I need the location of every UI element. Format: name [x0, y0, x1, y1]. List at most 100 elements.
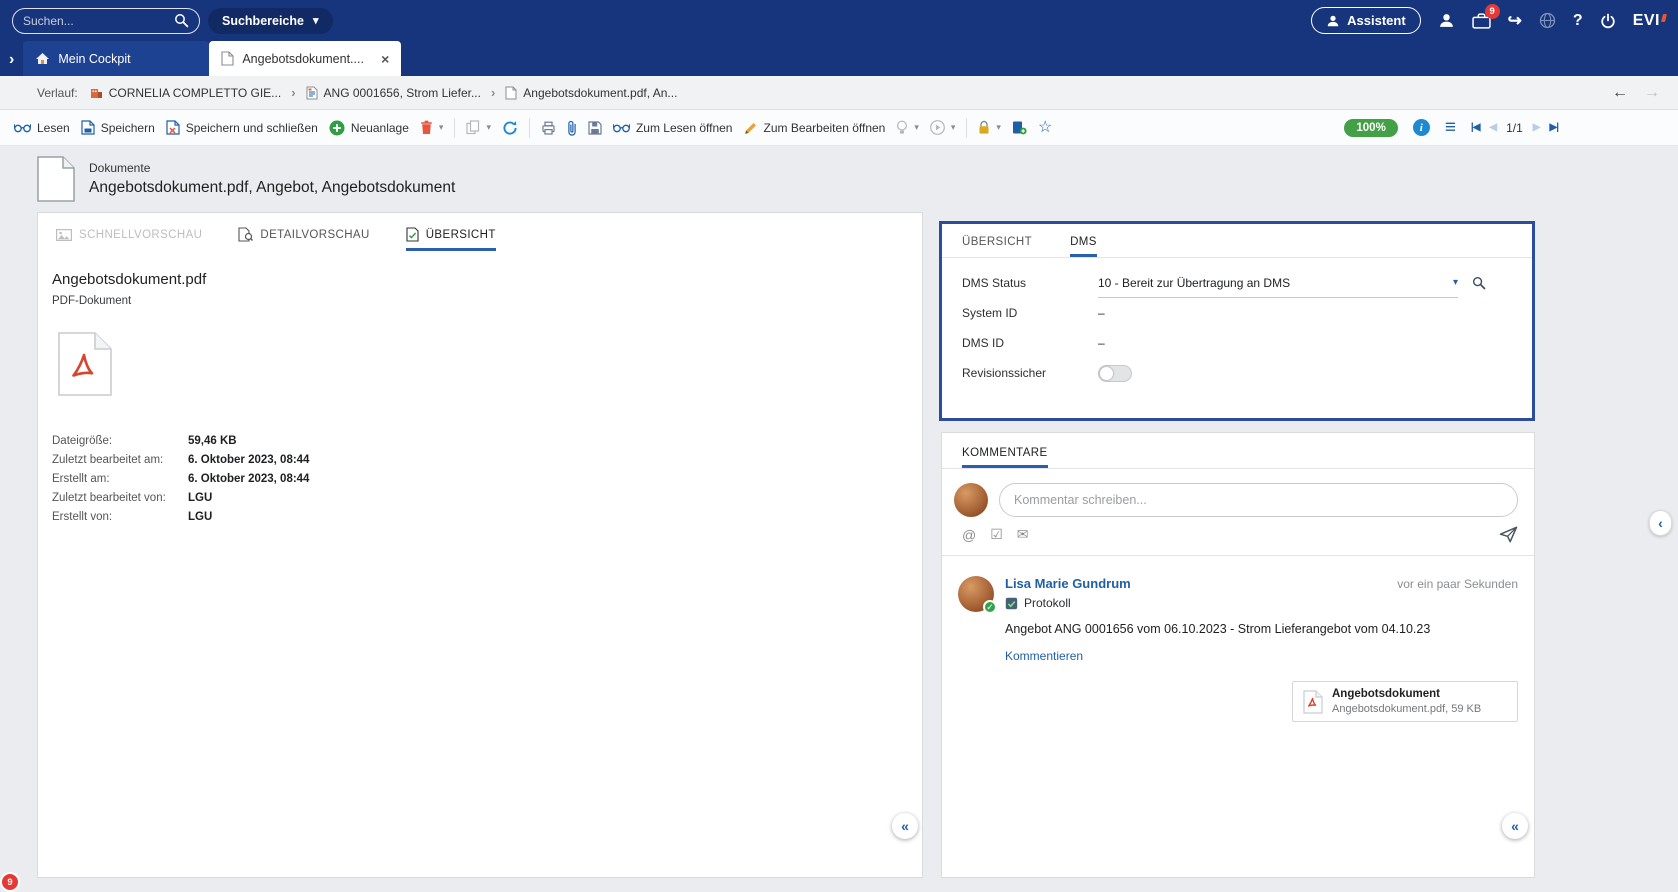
profile-button[interactable] — [1438, 12, 1455, 29]
avatar: ✓ — [958, 576, 994, 612]
search-icon[interactable] — [174, 13, 189, 28]
last-page-icon[interactable]: ▶| — [1550, 122, 1559, 133]
inbox-button[interactable]: 9 — [1472, 12, 1491, 29]
button-label: Speichern und schließen — [186, 121, 318, 135]
close-icon[interactable]: × — [381, 51, 389, 67]
breadcrumb-text: ANG 0001656, Strom Liefer... — [324, 86, 481, 100]
chevron-down-icon: ▾ — [486, 122, 491, 133]
save-and-close-button[interactable]: Speichern und schließen — [166, 120, 318, 135]
comment-author-link[interactable]: Lisa Marie Gundrum — [1005, 576, 1131, 591]
breadcrumb-item-customer[interactable]: CORNELIA COMPLETTO GIE... — [90, 86, 281, 100]
help-button[interactable]: ? — [1573, 12, 1583, 30]
read-button[interactable]: Lesen — [14, 121, 70, 135]
workflow-button: ▾ — [930, 120, 956, 135]
tab-mein-cockpit[interactable]: Mein Cockpit — [23, 41, 209, 76]
breadcrumb-text: CORNELIA COMPLETTO GIE... — [109, 86, 281, 100]
lookup-search-icon[interactable] — [1472, 276, 1486, 290]
notification-corner-badge[interactable]: 9 — [2, 874, 18, 890]
save-edit-button[interactable] — [588, 121, 602, 135]
collapse-left-icon: « — [1511, 818, 1519, 834]
first-page-icon[interactable]: |◀ — [1471, 122, 1480, 133]
attachment-title: Angebotsdokument — [1332, 688, 1481, 700]
meta-label: Erstellt von: — [52, 508, 188, 527]
play-circle-icon — [930, 120, 945, 135]
document-icon-large — [37, 156, 75, 202]
zoom-level-badge[interactable]: 100% — [1344, 119, 1397, 137]
glasses-icon — [613, 122, 630, 133]
document-icon — [221, 51, 234, 66]
button-label: Lesen — [37, 121, 70, 135]
file-type: PDF-Dokument — [52, 295, 922, 307]
brand-logo: EVI — [1633, 12, 1666, 30]
search-input[interactable] — [23, 14, 174, 28]
refresh-button[interactable] — [502, 120, 518, 136]
task-icon[interactable]: ☑ — [990, 526, 1003, 543]
delete-button[interactable]: ▾ — [420, 120, 444, 135]
toolbar: Lesen Speichern Speichern und schließen … — [0, 110, 1678, 146]
info-icon[interactable]: i — [1413, 119, 1430, 136]
link-document-button[interactable] — [1012, 120, 1027, 135]
history-nav: ← → — [1612, 84, 1660, 102]
app-window: Suchbereiche ▾ Assistent 9 — [0, 0, 1678, 892]
tab-uebersicht-right[interactable]: ÜBERSICHT — [962, 236, 1032, 257]
send-icon[interactable] — [1499, 526, 1518, 543]
plus-circle-icon — [329, 120, 345, 136]
pdf-file-icon — [57, 331, 922, 402]
page-title: Angebotsdokument.pdf, Angebot, Angebotsd… — [89, 179, 455, 197]
mention-icon[interactable]: @ — [962, 527, 976, 543]
tab-dms[interactable]: DMS — [1070, 236, 1097, 257]
print-button[interactable] — [541, 121, 556, 135]
breadcrumb-item-document[interactable]: Angebotsdokument.pdf, An... — [505, 86, 677, 100]
global-search[interactable] — [12, 8, 200, 34]
prev-page-icon: ◀ — [1489, 122, 1496, 133]
breadcrumb-separator-icon: › — [291, 85, 295, 100]
new-record-button[interactable]: Neuanlage — [329, 120, 409, 136]
tab-detailvorschau[interactable]: DETAILVORSCHAU — [238, 227, 369, 251]
tab-angebotsdokument[interactable]: Angebotsdokument.... × — [209, 41, 401, 76]
tab-kommentare[interactable]: KOMMENTARE — [962, 447, 1048, 468]
kommentieren-link[interactable]: Kommentieren — [1005, 649, 1083, 663]
assistant-button[interactable]: Assistent — [1311, 7, 1421, 34]
paperclip-icon — [567, 120, 577, 136]
chevron-down-icon[interactable]: ▾ — [1453, 277, 1458, 288]
comment-input[interactable] — [999, 483, 1518, 517]
field-value: – — [1098, 306, 1105, 320]
tab-uebersicht[interactable]: ÜBERSICHT — [406, 227, 496, 251]
open-edit-button[interactable]: Zum Bearbeiten öffnen — [743, 121, 885, 135]
system-id-row: System ID – — [962, 298, 1512, 328]
lock-button[interactable]: ▾ — [978, 120, 1001, 135]
revisionssicher-toggle[interactable] — [1098, 365, 1132, 382]
history-back-icon[interactable]: ← — [1612, 84, 1628, 102]
menu-icon[interactable]: ≡ — [1445, 118, 1456, 137]
expand-sidebar-button[interactable]: ‹ — [1649, 510, 1672, 536]
tab-label: ÜBERSICHT — [426, 229, 496, 241]
attachment-card[interactable]: Angebotsdokument Angebotsdokument.pdf, 5… — [1292, 681, 1518, 722]
open-read-button[interactable]: Zum Lesen öffnen — [613, 121, 733, 135]
attachment-button[interactable] — [567, 120, 577, 136]
favorite-button[interactable]: ☆ — [1038, 120, 1052, 136]
share-button[interactable]: ↪ — [1508, 11, 1522, 31]
refresh-icon — [502, 120, 518, 136]
tab-expander-icon[interactable]: › — [0, 51, 23, 76]
page-indicator: 1/1 — [1506, 121, 1523, 135]
comments-panel: KOMMENTARE @ ☑ ✉ ✓ Lisa Marie Gundrum vo… — [941, 432, 1535, 878]
home-icon — [35, 52, 50, 65]
collapse-panel-button[interactable]: « — [1502, 813, 1528, 839]
dms-status-select[interactable]: 10 - Bereit zur Übertragung an DMS ▾ — [1098, 268, 1458, 298]
save-button[interactable]: Speichern — [81, 120, 155, 135]
meta-label: Zuletzt bearbeitet von: — [52, 489, 188, 508]
collapse-panel-button[interactable]: « — [892, 813, 918, 839]
comment-type: Protokoll — [1005, 596, 1518, 610]
next-page-icon: ▶ — [1533, 122, 1540, 133]
search-areas-label: Suchbereiche — [222, 14, 304, 28]
record-header: Dokumente Angebotsdokument.pdf, Angebot,… — [0, 146, 1678, 212]
mail-icon[interactable]: ✉ — [1017, 526, 1029, 543]
breadcrumb-label: Verlauf: — [37, 86, 78, 100]
tab-bar: › Mein Cockpit Angebotsdokument.... × — [0, 41, 1678, 76]
file-name: Angebotsdokument.pdf — [52, 271, 922, 288]
search-areas-button[interactable]: Suchbereiche ▾ — [208, 8, 333, 34]
meta-label: Dateigröße: — [52, 432, 188, 451]
logout-button[interactable] — [1600, 13, 1616, 29]
breadcrumb-item-offer[interactable]: ANG 0001656, Strom Liefer... — [306, 86, 481, 100]
glasses-icon — [14, 122, 31, 133]
